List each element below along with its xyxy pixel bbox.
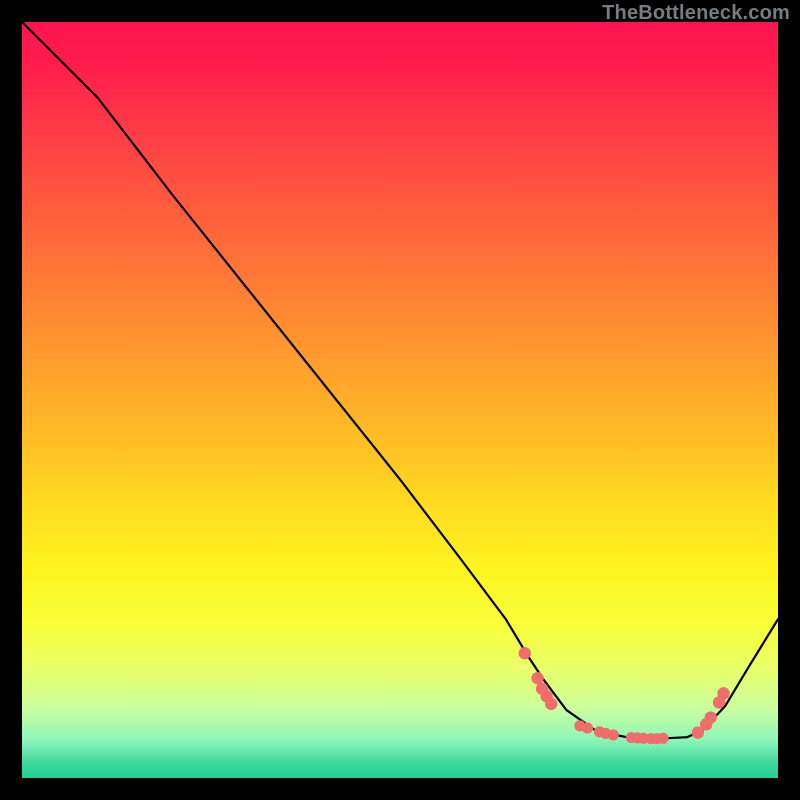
curve-marker bbox=[545, 698, 557, 710]
curve-marker bbox=[582, 723, 593, 734]
plot-area bbox=[22, 22, 778, 778]
chart-svg bbox=[22, 22, 778, 778]
bottleneck-curve bbox=[22, 22, 778, 739]
curve-marker bbox=[531, 672, 543, 684]
curve-marker bbox=[519, 647, 531, 659]
curve-marker bbox=[705, 711, 717, 723]
curve-marker bbox=[608, 729, 619, 740]
chart-container: TheBottleneck.com bbox=[0, 0, 800, 800]
curve-markers bbox=[519, 647, 730, 744]
curve-marker bbox=[658, 733, 669, 744]
watermark-text: TheBottleneck.com bbox=[602, 2, 790, 25]
curve-marker bbox=[717, 687, 729, 699]
